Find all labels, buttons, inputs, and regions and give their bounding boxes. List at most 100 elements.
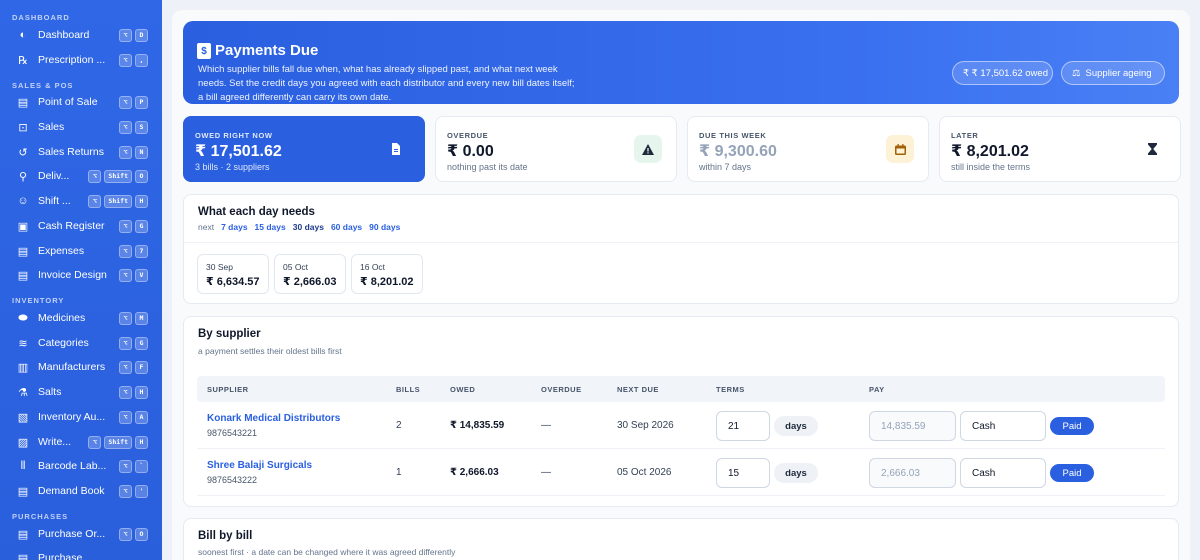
shortcut-key: ⌥ <box>119 336 132 350</box>
shortcut-keys: ⌥ S <box>119 120 148 134</box>
shortcut-key: ⌥ <box>119 268 132 282</box>
sidebar-item-categories[interactable]: ≋ Categories ⌥ G <box>0 332 162 354</box>
page-description: Which supplier bills fall due when, what… <box>198 64 575 103</box>
range-15-days[interactable]: 15 days <box>255 222 286 232</box>
shortcut-keys: ⌥ N <box>119 145 148 159</box>
shortcut-key: O <box>135 169 148 183</box>
sidebar-item-invoice-design[interactable]: ▤ Invoice Design ⌥ V <box>0 264 162 286</box>
sidebar-item-label: Inventory Au... <box>38 411 106 423</box>
sidebar-item-shift[interactable]: ☺ Shift ... ⌥ Shift H <box>0 190 162 212</box>
shortcut-key: ⌥ <box>88 169 102 183</box>
sidebar-item-expenses[interactable]: ▤ Expenses ⌥ 7 <box>0 240 162 262</box>
shortcut-key: ' <box>135 484 148 498</box>
range-7-days[interactable]: 7 days <box>221 222 247 232</box>
shortcut-key: N <box>135 145 148 159</box>
sidebar-item-manufacturers[interactable]: ▥ Manufacturers ⌥ F <box>0 356 162 378</box>
shortcut-keys: ⌥ ` <box>119 459 148 473</box>
sidebar-item-label: Medicines <box>38 312 86 324</box>
shortcut-keys: ⌥ Shift O <box>88 169 148 183</box>
sidebar-item-point-of-sale[interactable]: ▤ Point of Sale ⌥ P <box>0 91 162 113</box>
shortcut-keys: ⌥ F <box>119 360 148 374</box>
daily-needs-card: What each day needs next 7 days 15 days … <box>183 194 1179 304</box>
bill-by-bill-subtitle: soonest first · a date can be changed wh… <box>198 547 456 557</box>
shortcut-key: G <box>135 336 148 350</box>
stat-owed-now: OWED RIGHT NOW ₹ 17,501.62 3 bills · 2 s… <box>183 116 425 182</box>
days-unit: days <box>774 463 818 483</box>
sidebar-item-label: Demand Book <box>38 485 105 497</box>
sidebar-item-write[interactable]: ▨ Write... ⌥ Shift H <box>0 431 162 453</box>
sidebar-item-demand-book[interactable]: ▤ Demand Book ⌥ ' <box>0 480 162 502</box>
shortcut-key: H <box>135 194 148 208</box>
day-box[interactable]: 16 Oct ₹ 8,201.02 <box>351 254 423 294</box>
shortcut-key: ⌥ <box>119 385 132 399</box>
owed-amount: ₹ 14,835.59 <box>450 420 505 431</box>
sidebar-item-prescription[interactable]: ℞ Prescription ... ⌥, <box>0 49 162 71</box>
owed-pill: ₹ ₹ 17,501.62 owed <box>952 61 1053 85</box>
section-purchases: PURCHASES <box>12 512 69 521</box>
register-icon: ▣ <box>17 220 29 233</box>
layers-icon: ≋ <box>18 337 28 350</box>
sidebar-item-label: Barcode Lab... <box>38 460 107 472</box>
sidebar-item-cash-register[interactable]: ▣ Cash Register ⌥ G <box>0 215 162 237</box>
flask-icon: ⚗ <box>18 386 28 399</box>
main-content: $ Payments Due Which supplier bills fall… <box>172 10 1190 560</box>
sidebar-item-sales[interactable]: ⊡ Sales ⌥ S <box>0 116 162 138</box>
shortcut-key: ` <box>135 459 148 473</box>
overdue-amount: — <box>541 467 551 478</box>
sidebar-item-medicines[interactable]: ⬬ Medicines ⌥ M <box>0 307 162 329</box>
paid-button[interactable]: Paid <box>1050 464 1094 482</box>
shortcut-keys: ⌥ 7 <box>119 244 148 258</box>
shortcut-key: F <box>135 360 148 374</box>
shortcut-key: ⌥ <box>119 120 132 134</box>
document-icon <box>382 135 410 163</box>
payment-method-select[interactable]: Cash <box>960 458 1046 488</box>
sidebar-item-purchase[interactable]: ▤ Purchase <box>0 547 162 560</box>
range-90-days[interactable]: 90 days <box>369 222 400 232</box>
divider <box>184 242 1178 243</box>
sidebar-item-deliv[interactable]: ⚲ Deliv... ⌥ Shift O <box>0 165 162 187</box>
trash-icon: ▨ <box>17 436 29 449</box>
sidebar-item-inventory-au[interactable]: ▧ Inventory Au... ⌥ A <box>0 406 162 428</box>
section-dashboard: DASHBOARD <box>12 13 70 22</box>
sidebar-item-barcode-lab[interactable]: ⦀ Barcode Lab... ⌥ ` <box>0 455 162 477</box>
sidebar-item-salts[interactable]: ⚗ Salts ⌥ H <box>0 381 162 403</box>
sidebar-item-sales-returns[interactable]: ↺ Sales Returns ⌥ N <box>0 141 162 163</box>
shortcut-keys: ⌥ ' <box>119 484 148 498</box>
terms-input[interactable]: 15 <box>716 458 770 488</box>
paid-button[interactable]: Paid <box>1050 417 1094 435</box>
range-60-days[interactable]: 60 days <box>331 222 362 232</box>
sidebar-item-label: Shift ... <box>38 195 71 207</box>
return-icon: ↺ <box>18 146 28 159</box>
supplier-phone: 9876543221 <box>207 428 258 438</box>
supplier-name[interactable]: Shree Balaji Surgicals <box>207 460 312 471</box>
pills-icon: ⬬ <box>18 311 28 324</box>
document-icon: ▤ <box>17 552 29 560</box>
sidebar-item-purchase-or[interactable]: ▤ Purchase Or... ⌥ O <box>0 523 162 545</box>
shortcut-keys: ⌥ M <box>119 311 148 325</box>
book-icon: ▤ <box>17 485 29 498</box>
supplier-ageing-button[interactable]: ⚖ Supplier ageing <box>1061 61 1165 85</box>
sidebar-item-label: Purchase <box>38 552 83 560</box>
factory-icon: ▥ <box>17 361 29 374</box>
pay-amount-input[interactable]: 2,666.03 <box>869 458 956 488</box>
supplier-table-header: SUPPLIER BILLS OWED OVERDUE NEXT DUE TER… <box>197 376 1165 402</box>
overdue-amount: — <box>541 420 551 431</box>
day-box[interactable]: 05 Oct ₹ 2,666.03 <box>274 254 346 294</box>
barcode-icon: ⦀ <box>20 459 26 472</box>
section-inventory: INVENTORY <box>12 296 65 305</box>
shortcut-key: Shift <box>104 194 132 208</box>
clipboard-icon: ▧ <box>17 411 29 424</box>
bill-by-bill-card: Bill by bill soonest first · a date can … <box>183 518 1179 560</box>
payments-banner: $ Payments Due Which supplier bills fall… <box>183 21 1179 104</box>
sidebar-item-label: Dashboard <box>38 29 90 41</box>
pay-amount-input[interactable]: 14,835.59 <box>869 411 956 441</box>
terms-input[interactable]: 21 <box>716 411 770 441</box>
shortcut-key: ⌥ <box>88 194 102 208</box>
supplier-name[interactable]: Konark Medical Distributors <box>207 413 340 424</box>
sidebar-item-dashboard[interactable]: ◐ Dashboard ⌥ D <box>0 24 162 46</box>
day-box[interactable]: 30 Sep ₹ 6,634.57 <box>197 254 269 294</box>
payment-method-select[interactable]: Cash <box>960 411 1046 441</box>
shortcut-keys: ⌥ H <box>119 385 148 399</box>
shortcut-keys: ⌥ O <box>119 527 148 541</box>
range-30-days[interactable]: 30 days <box>293 222 324 232</box>
